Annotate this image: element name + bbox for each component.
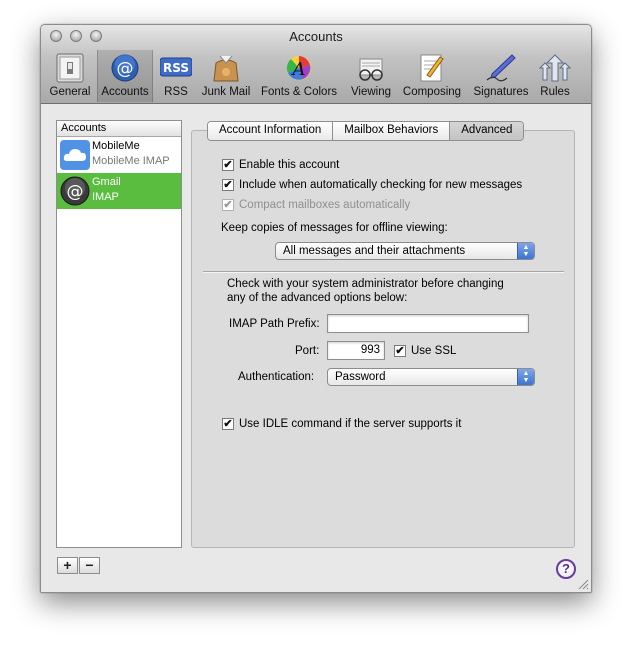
select-arrows-icon: ▲ ▼	[517, 243, 534, 259]
checkbox-label: Include when automatically checking for …	[239, 179, 523, 191]
toolbar-general-label: General	[49, 86, 91, 98]
checkbox-label: Enable this account	[239, 159, 340, 171]
account-row-gmail[interactable]: @ Gmail IMAP	[57, 173, 181, 209]
toolbar-composing-label: Composing	[402, 86, 462, 98]
use-ssl-checkbox[interactable]: ✔ Use SSL	[394, 345, 456, 357]
account-type: MobileMe IMAP	[92, 155, 170, 167]
general-switch-icon	[56, 53, 84, 83]
port-field[interactable]: 993	[327, 341, 385, 360]
checkbox-label: Use IDLE command if the server supports …	[239, 418, 462, 430]
accounts-pane: Accounts MobileMe MobileMe IMAP @ Gmail …	[41, 104, 591, 592]
imap-prefix-field[interactable]	[327, 314, 529, 333]
signatures-pen-icon	[486, 54, 516, 82]
preferences-toolbar: General @ Accounts RSS RSS Junk Mail A F…	[41, 50, 591, 102]
section-separator	[203, 271, 564, 273]
accounts-list-header: Accounts	[57, 121, 181, 137]
viewing-glasses-icon	[359, 58, 383, 81]
fonts-colors-icon: A	[286, 56, 311, 80]
account-tabs: Account Information Mailbox Behaviors Ad…	[207, 121, 525, 141]
at-sign-icon: @	[111, 54, 139, 82]
toolbar-accounts-label: Accounts	[101, 86, 149, 98]
titlebar: Accounts General @ Accounts RSS RSS Junk…	[41, 25, 591, 104]
toolbar-signatures[interactable]: Signatures	[469, 50, 533, 102]
offline-viewing-label: Keep copies of messages for offline view…	[221, 222, 448, 234]
accounts-list: Accounts MobileMe MobileMe IMAP @ Gmail …	[56, 120, 182, 548]
checkbox-box[interactable]: ✔	[222, 418, 234, 430]
toolbar-composing[interactable]: Composing	[399, 50, 465, 102]
authentication-label: Authentication:	[238, 371, 315, 383]
at-sign-icon: @	[60, 176, 90, 206]
tab-advanced[interactable]: Advanced	[450, 122, 524, 140]
cloud-icon	[60, 140, 90, 170]
tab-mailbox-behaviors[interactable]: Mailbox Behaviors	[333, 122, 451, 140]
admin-note-line2: any of the advanced options below:	[227, 292, 408, 304]
toolbar-general[interactable]: General	[47, 50, 93, 102]
svg-text:@: @	[67, 182, 84, 202]
checkbox-label: Use SSL	[411, 345, 457, 357]
tab-account-information[interactable]: Account Information	[208, 122, 334, 140]
help-button[interactable]: ?	[556, 559, 576, 579]
toolbar-viewing[interactable]: Viewing	[345, 50, 397, 102]
svg-text:A: A	[291, 59, 306, 80]
compact-mailboxes-checkbox: ✔ Compact mailboxes automatically	[222, 199, 410, 211]
account-row-mobileme[interactable]: MobileMe MobileMe IMAP	[57, 137, 181, 173]
preferences-window: Accounts General @ Accounts RSS RSS Junk…	[40, 24, 592, 593]
toolbar-fonts-colors-label: Fonts & Colors	[260, 86, 338, 98]
account-type: IMAP	[92, 191, 119, 203]
account-name: Gmail	[92, 176, 121, 188]
toolbar-rss[interactable]: RSS RSS	[157, 50, 195, 102]
checkbox-box: ✔	[222, 199, 234, 211]
rss-icon: RSS	[160, 57, 192, 77]
rss-icon-text: RSS	[163, 61, 189, 75]
toolbar-accounts[interactable]: @ Accounts	[97, 50, 153, 102]
authentication-select[interactable]: Password ▲ ▼	[327, 368, 535, 386]
rules-arrows-icon	[539, 54, 571, 82]
use-idle-checkbox[interactable]: ✔ Use IDLE command if the server support…	[222, 418, 461, 430]
select-arrows-icon: ▲ ▼	[517, 369, 534, 385]
checkbox-box[interactable]: ✔	[222, 179, 234, 191]
admin-note-line1: Check with your system administrator bef…	[227, 278, 504, 290]
enable-account-checkbox[interactable]: ✔ Enable this account	[222, 159, 339, 171]
authentication-value: Password	[335, 371, 386, 383]
offline-viewing-select[interactable]: All messages and their attachments ▲ ▼	[275, 242, 535, 260]
checkbox-box[interactable]: ✔	[394, 345, 406, 357]
toolbar-rss-label: RSS	[164, 86, 188, 98]
junk-mail-bag-icon	[213, 55, 239, 82]
toolbar-signatures-label: Signatures	[473, 86, 529, 98]
toolbar-rules[interactable]: Rules	[535, 50, 575, 102]
toolbar-junk-mail[interactable]: Junk Mail	[199, 50, 253, 102]
toolbar-junk-mail-label: Junk Mail	[201, 86, 251, 98]
checkbox-label: Compact mailboxes automatically	[239, 199, 411, 211]
account-settings-box	[191, 130, 575, 548]
checkbox-box[interactable]: ✔	[222, 159, 234, 171]
imap-prefix-label: IMAP Path Prefix:	[229, 318, 320, 330]
svg-text:@: @	[117, 59, 134, 79]
toolbar-fonts-colors[interactable]: A Fonts & Colors	[257, 50, 341, 102]
add-account-button[interactable]: +	[57, 557, 78, 574]
composing-pencil-icon	[420, 54, 444, 82]
resize-grip-icon[interactable]	[578, 579, 589, 590]
account-name: MobileMe	[92, 140, 140, 152]
offline-viewing-value: All messages and their attachments	[283, 245, 466, 257]
toolbar-rules-label: Rules	[540, 86, 570, 98]
window-title: Accounts	[289, 29, 343, 44]
port-label: Port:	[295, 345, 320, 357]
include-checking-checkbox[interactable]: ✔ Include when automatically checking fo…	[222, 179, 522, 191]
remove-account-button[interactable]: −	[79, 557, 100, 574]
toolbar-viewing-label: Viewing	[350, 86, 392, 98]
